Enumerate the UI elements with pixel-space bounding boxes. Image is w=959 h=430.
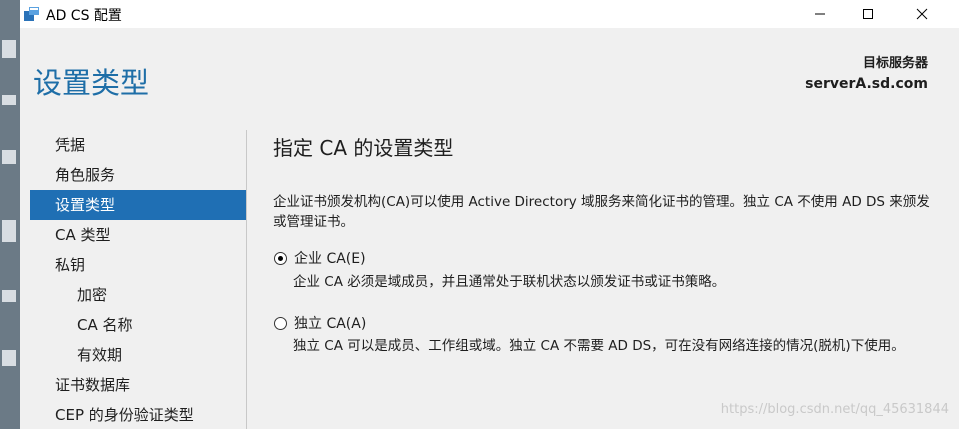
nav-item-cep-auth-type[interactable]: CEP 的身份验证类型	[30, 400, 246, 430]
nav-item-ca-name[interactable]: CA 名称	[30, 310, 246, 340]
nav-item-cryptography[interactable]: 加密	[30, 280, 246, 310]
enterprise-ca-radio[interactable]	[274, 251, 287, 265]
nav-item-ca-type[interactable]: CA 类型	[30, 220, 246, 250]
content-title: 指定 CA 的设置类型	[273, 136, 454, 160]
target-server-label: 目标服务器	[862, 56, 928, 71]
minimize-button[interactable]	[797, 0, 843, 28]
standalone-ca-label[interactable]: 独立 CA(A)	[294, 313, 366, 333]
nav-divider	[246, 130, 247, 429]
standalone-ca-description: 独立 CA 可以是成员、工作组或域。独立 CA 不需要 AD DS，可在没有网络…	[293, 338, 905, 354]
maximize-icon	[863, 9, 873, 19]
nav-item-private-key[interactable]: 私钥	[30, 250, 246, 280]
maximize-button[interactable]	[845, 0, 891, 28]
target-server-value: serverA.sd.com	[805, 76, 928, 92]
nav-item-setup-type[interactable]: 设置类型	[30, 190, 246, 220]
enterprise-ca-option[interactable]: 企业 CA(E)	[274, 248, 366, 268]
close-button[interactable]	[899, 0, 945, 28]
title-bar[interactable]: AD CS 配置	[20, 0, 959, 28]
content-description: 企业证书颁发机构(CA)可以使用 Active Directory 域服务来简化…	[273, 194, 930, 230]
standalone-ca-option[interactable]: 独立 CA(A)	[274, 313, 366, 333]
server-manager-icon	[24, 7, 39, 21]
minimize-icon	[815, 13, 825, 15]
ad-cs-config-window: AD CS 配置 设置类型 目标服务器 serverA.sd.com 凭据 角色…	[20, 0, 959, 429]
nav-item-certificate-database[interactable]: 证书数据库	[30, 370, 246, 400]
page-title: 设置类型	[33, 66, 150, 100]
window-title: AD CS 配置	[46, 8, 122, 24]
wizard-nav: 凭据 角色服务 设置类型 CA 类型 私钥 加密 CA 名称 有效期 证书数据库…	[30, 130, 246, 430]
enterprise-ca-description: 企业 CA 必须是域成员，并且通常处于联机状态以颁发证书或证书策略。	[293, 274, 726, 290]
nav-item-validity-period[interactable]: 有效期	[30, 340, 246, 370]
close-icon	[916, 8, 928, 20]
background-desktop-strip	[0, 0, 20, 429]
nav-item-credentials[interactable]: 凭据	[30, 130, 246, 160]
enterprise-ca-label[interactable]: 企业 CA(E)	[294, 248, 366, 268]
watermark: https://blog.csdn.net/qq_45631844	[720, 402, 949, 417]
standalone-ca-radio[interactable]	[274, 316, 287, 330]
nav-item-role-services[interactable]: 角色服务	[30, 160, 246, 190]
